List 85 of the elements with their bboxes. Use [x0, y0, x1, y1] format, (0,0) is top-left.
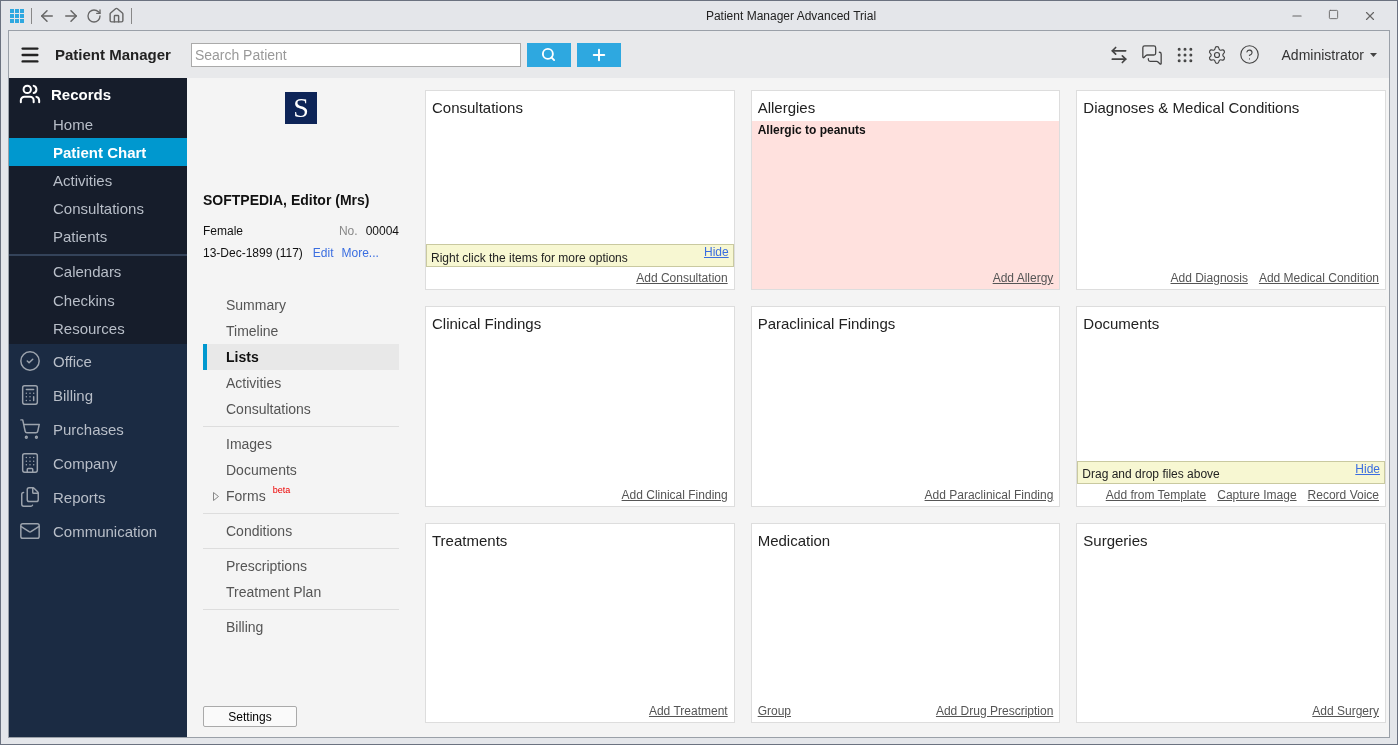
card-title: Treatments — [431, 530, 509, 551]
search-icon — [541, 47, 557, 62]
app-title: Patient Manager — [55, 46, 171, 63]
chart-menu-item[interactable]: Lists — [203, 344, 399, 370]
patient-link[interactable]: Edit — [312, 246, 334, 260]
card-link[interactable]: Add Allergy — [992, 271, 1054, 286]
card-title: Medication — [756, 530, 832, 551]
card-link[interactable]: Add Drug Prescription — [935, 704, 1054, 718]
chart-menu-item[interactable]: Documents — [203, 457, 399, 483]
mail-icon — [19, 520, 41, 542]
home-icon[interactable] — [108, 7, 125, 24]
user-menu[interactable]: Administrator — [1281, 46, 1377, 63]
hide-link[interactable]: Hide — [703, 245, 729, 260]
app-logo-icon — [9, 7, 25, 24]
window-title: Patient Manager Advanced Trial — [705, 8, 877, 23]
card-link[interactable]: Add Medical Condition — [1258, 271, 1379, 286]
sidebar-item[interactable]: Consultations — [9, 194, 187, 222]
chart-menu-item[interactable]: Images — [203, 431, 399, 457]
patient-link[interactable]: More... — [341, 246, 379, 260]
sidebar-item[interactable]: Company — [53, 454, 118, 472]
chart-menu-item[interactable]: Summary — [203, 292, 399, 318]
card-link[interactable]: Add Treatment — [648, 704, 728, 718]
search-button[interactable] — [526, 42, 571, 67]
add-button[interactable] — [576, 42, 621, 67]
number-label: No. — [338, 224, 358, 238]
chat-icon[interactable] — [1140, 43, 1163, 66]
card-link[interactable]: Group — [757, 704, 791, 718]
caret-icon — [1370, 52, 1377, 57]
settings-button[interactable]: Settings — [203, 706, 297, 727]
building-icon — [19, 452, 41, 474]
card-link[interactable]: Capture Image — [1217, 487, 1297, 502]
calculator-icon — [19, 384, 41, 406]
check-circle-icon — [19, 350, 41, 372]
sidebar-item[interactable]: Office — [53, 352, 92, 370]
patient-logo: S — [285, 92, 317, 124]
documents-icon — [19, 486, 41, 508]
sidebar-item[interactable]: Patients — [9, 222, 187, 250]
card-item[interactable]: Allergic to peanuts — [757, 123, 1054, 137]
search-field[interactable]: Search Patient — [190, 42, 521, 67]
chart-menu-item[interactable]: Prescriptions — [203, 553, 399, 579]
refresh-icon[interactable] — [86, 7, 102, 24]
card-title: Paraclinical Findings — [756, 314, 897, 335]
chart-menu-item[interactable]: Consultations — [203, 396, 399, 422]
card-link[interactable]: Add Clinical Finding — [621, 487, 728, 502]
sidebar-item[interactable]: Communication — [53, 522, 158, 540]
card-title: Consultations — [431, 98, 524, 118]
chart-menu-item[interactable]: Treatment Plan — [203, 579, 399, 605]
card-title: Clinical Findings — [431, 314, 543, 335]
beta-label: beta — [272, 485, 291, 495]
card-title: Allergies — [756, 98, 817, 118]
help-icon[interactable] — [1238, 44, 1260, 65]
birth-date: 13-Dec-1899 (117) — [203, 246, 303, 260]
card-title: Surgeries — [1082, 530, 1149, 551]
card-link[interactable]: Add Paraclinical Finding — [924, 487, 1054, 502]
chart-menu-item[interactable]: Forms $^{beta}$ — [203, 483, 399, 509]
hint-text: Drag and drop files above — [1082, 467, 1220, 482]
card-link[interactable]: Add Surgery — [1312, 704, 1379, 718]
chart-menu-item[interactable]: Conditions — [203, 518, 399, 544]
card-title: Documents — [1082, 314, 1161, 335]
chart-menu-item[interactable]: Timeline — [203, 318, 399, 344]
patient-gender: Female — [203, 224, 243, 238]
sidebar-item[interactable]: Reports — [53, 488, 106, 506]
settings-icon[interactable] — [1206, 44, 1227, 65]
expand-triangle-icon[interactable] — [213, 492, 219, 501]
hide-link[interactable]: Hide — [1355, 461, 1380, 476]
section-title: Records — [51, 85, 112, 103]
chart-menu-item[interactable]: Activities — [203, 370, 399, 396]
hint-text: Right click the items for more options — [431, 250, 628, 265]
sidebar-item[interactable]: Home — [9, 110, 187, 138]
people-icon — [19, 83, 41, 105]
patient-name: SOFTPEDIA, Editor (Mrs) — [203, 192, 371, 208]
card-link[interactable]: Add Diagnosis — [1170, 271, 1248, 286]
chart-menu-item[interactable]: Billing — [203, 614, 399, 640]
patient-number: 00004 — [365, 224, 399, 238]
card-title: Diagnoses & Medical Conditions — [1082, 98, 1301, 118]
sidebar-item[interactable]: Billing — [53, 386, 94, 404]
cart-icon — [19, 418, 41, 440]
sidebar-item[interactable]: Resources — [9, 314, 187, 342]
sidebar-item[interactable]: Activities — [9, 166, 187, 194]
card-link[interactable]: Add Consultation — [636, 271, 728, 286]
sidebar-item[interactable]: Purchases — [53, 420, 124, 438]
card-link[interactable]: Add from Template — [1105, 487, 1207, 502]
sidebar-item[interactable]: Checkins — [9, 286, 187, 314]
card-link[interactable]: Record Voice — [1307, 487, 1379, 502]
sidebar-item[interactable]: Calendars — [9, 254, 187, 286]
